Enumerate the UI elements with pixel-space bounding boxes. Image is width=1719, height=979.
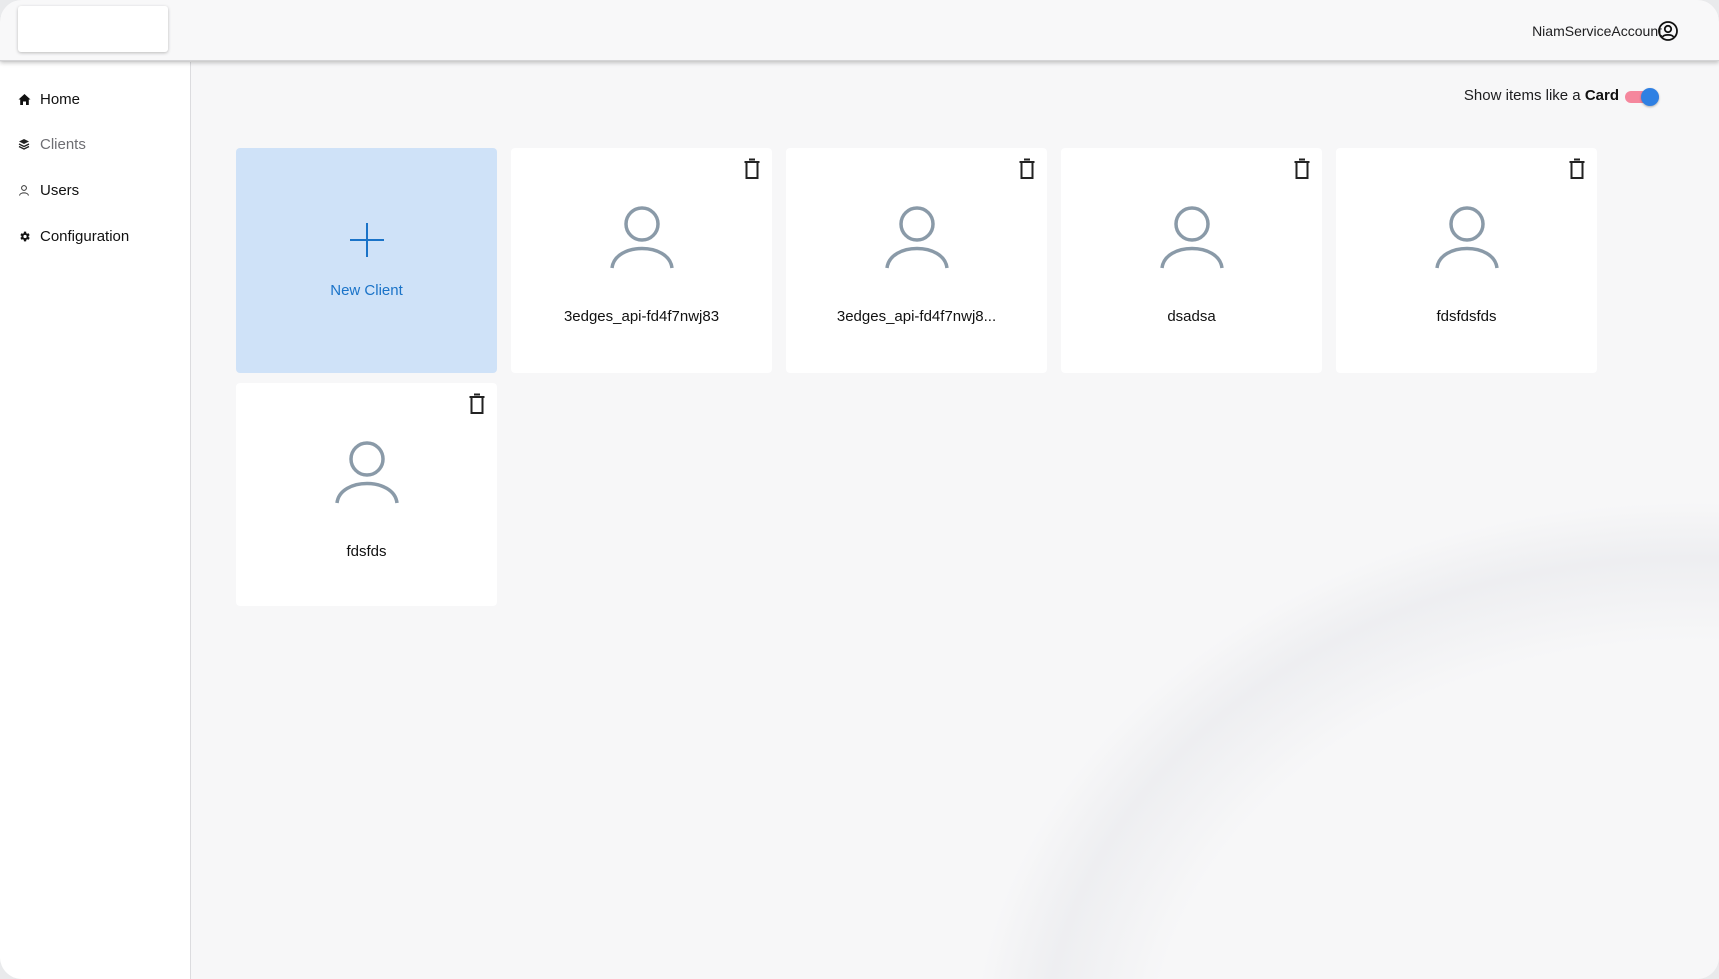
person-icon <box>884 204 950 270</box>
account-name[interactable]: NiamServiceAccount <box>1532 21 1662 41</box>
sidebar-item-clients[interactable]: Clients <box>17 132 86 156</box>
new-client-card[interactable]: New Client <box>236 148 497 373</box>
view-toggle-label-prefix: Show items like a <box>1463 87 1581 104</box>
person-icon <box>334 439 400 505</box>
client-card[interactable]: fdsfdsfds <box>1336 148 1597 373</box>
client-name: 3edges_api-fd4f7nwj83 <box>563 308 720 325</box>
person-icon <box>1434 204 1500 270</box>
card-view-toggle[interactable] <box>1625 88 1659 106</box>
trash-icon[interactable] <box>1568 158 1586 180</box>
sidebar-item-home[interactable]: Home <box>17 87 80 111</box>
trash-icon[interactable] <box>1018 158 1036 180</box>
trash-icon[interactable] <box>1293 158 1311 180</box>
sidebar-item-configuration[interactable]: Configuration <box>17 224 129 248</box>
account-circle-icon[interactable] <box>1657 20 1679 42</box>
home-icon <box>17 92 31 106</box>
plus-icon <box>349 222 385 258</box>
gear-icon <box>17 229 31 243</box>
top-bar: NiamServiceAccount <box>0 0 1719 61</box>
client-name: 3edges_api-fd4f7nwj8... <box>836 308 997 325</box>
client-name: fdsfdsfds <box>1436 308 1497 325</box>
new-client-label: New Client <box>330 282 403 299</box>
view-toggle-label: Show items like a Card <box>1464 86 1619 106</box>
app-window: NiamServiceAccount Home Clients Users Co… <box>0 0 1719 979</box>
person-icon <box>1159 204 1225 270</box>
client-card[interactable]: 3edges_api-fd4f7nwj8... <box>786 148 1047 373</box>
client-name: dsadsa <box>1167 308 1216 325</box>
client-card[interactable]: fdsfds <box>236 383 497 606</box>
client-name: fdsfds <box>346 543 387 560</box>
sidebar-item-label: Home <box>40 90 81 108</box>
user-icon <box>17 183 31 197</box>
sidebar: Home Clients Users Configuration <box>0 62 191 979</box>
main-content: Show items like a Card New Client 3edges… <box>192 62 1719 979</box>
sidebar-item-label: Configuration <box>40 227 130 245</box>
person-icon <box>609 204 675 270</box>
sidebar-item-users[interactable]: Users <box>17 178 79 202</box>
sidebar-item-label: Clients <box>40 135 86 153</box>
trash-icon[interactable] <box>468 393 486 415</box>
view-toggle-label-emphasis: Card <box>1584 87 1619 104</box>
toggle-thumb <box>1641 88 1659 106</box>
client-card[interactable]: 3edges_api-fd4f7nwj83 <box>511 148 772 373</box>
trash-icon[interactable] <box>743 158 761 180</box>
sidebar-item-label: Users <box>40 181 80 199</box>
logo[interactable] <box>18 6 168 52</box>
layers-icon <box>17 137 31 151</box>
client-card[interactable]: dsadsa <box>1061 148 1322 373</box>
